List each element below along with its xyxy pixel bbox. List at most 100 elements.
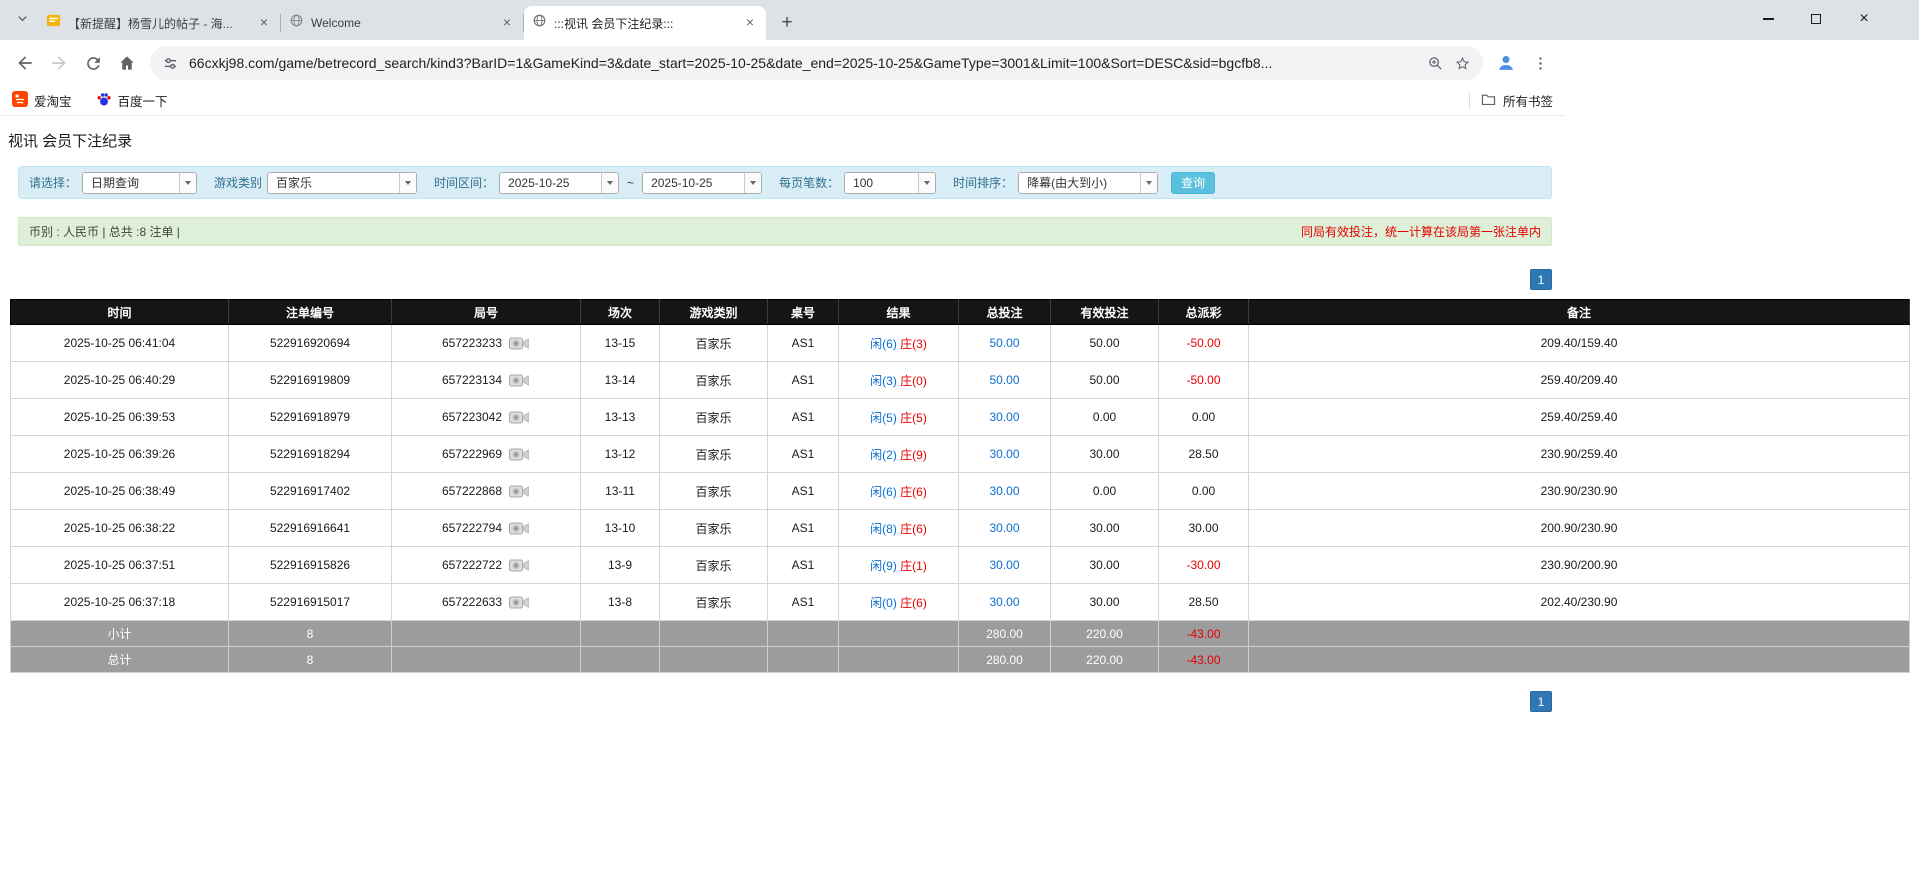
maximize-button[interactable]	[1809, 12, 1823, 26]
browser-tab-forum[interactable]: 【新提醒】杨雪儿的帖子 - 海... ×	[38, 6, 280, 40]
total-bet-link[interactable]: 30.00	[989, 558, 1019, 572]
cell-time: 2025-10-25 06:38:22	[11, 510, 229, 547]
page-title: 视讯 会员下注纪录	[8, 130, 1919, 151]
window-controls: ×	[1761, 0, 1871, 38]
cell-table-no: AS1	[768, 325, 839, 362]
summary-cell: 280.00	[959, 621, 1051, 647]
url-text[interactable]: 66cxkj98.com/game/betrecord_search/kind3…	[189, 55, 1417, 71]
chevron-down-icon	[15, 11, 30, 31]
cell-table-no: AS1	[768, 473, 839, 510]
video-replay-icon[interactable]	[509, 595, 530, 610]
cell-time: 2025-10-25 06:38:49	[11, 473, 229, 510]
total-bet-link[interactable]: 50.00	[989, 373, 1019, 387]
home-button[interactable]	[110, 46, 144, 80]
bookmark-taobao[interactable]: 爱淘宝	[12, 91, 72, 110]
cell-note: 259.40/209.40	[1249, 362, 1910, 399]
game-category-select[interactable]: 百家乐	[267, 172, 417, 194]
cell-time: 2025-10-25 06:39:26	[11, 436, 229, 473]
page-size-select[interactable]: 100	[844, 172, 936, 194]
tab-close-icon[interactable]: ×	[742, 15, 758, 31]
total-bet-link[interactable]: 30.00	[989, 595, 1019, 609]
total-bet-link[interactable]: 30.00	[989, 410, 1019, 424]
video-replay-icon[interactable]	[509, 484, 530, 499]
cell-payout: -50.00	[1159, 325, 1249, 362]
round-number: 657222722	[442, 558, 502, 572]
date-start-select[interactable]: 2025-10-25	[499, 172, 619, 194]
video-replay-icon[interactable]	[509, 558, 530, 573]
bet-record-row: 2025-10-25 06:37:18522916915017657222633…	[11, 584, 1910, 621]
column-header: 游戏类别	[660, 300, 768, 325]
search-button[interactable]: 查询	[1171, 172, 1215, 194]
summary-cell	[581, 647, 660, 673]
forward-button[interactable]	[42, 46, 76, 80]
cell-bet-id: 522916916641	[229, 510, 392, 547]
profile-icon[interactable]	[1489, 46, 1523, 80]
cell-game-type: 百家乐	[660, 547, 768, 584]
all-bookmarks-button[interactable]: 所有书签	[1480, 91, 1553, 111]
tab-search-button[interactable]	[8, 7, 36, 35]
sort-label: 时间排序：	[953, 174, 1013, 191]
result-player: 闲(5)	[870, 411, 897, 425]
video-replay-icon[interactable]	[509, 521, 530, 536]
video-replay-icon[interactable]	[509, 410, 530, 425]
cell-total-bet: 30.00	[959, 399, 1051, 436]
total-bet-link[interactable]: 30.00	[989, 447, 1019, 461]
total-bet-link[interactable]: 50.00	[989, 336, 1019, 350]
cell-result: 闲(8) 庄(6)	[839, 510, 959, 547]
globe-favicon-icon	[289, 13, 304, 33]
video-replay-icon[interactable]	[509, 447, 530, 462]
summary-row: 总计8280.00220.00-43.00	[11, 647, 1910, 673]
zoom-icon[interactable]	[1427, 55, 1444, 72]
caret-down-icon	[1140, 173, 1157, 193]
video-replay-icon[interactable]	[509, 373, 530, 388]
bet-record-row: 2025-10-25 06:38:49522916917402657222868…	[11, 473, 1910, 510]
back-button[interactable]	[8, 46, 42, 80]
cell-bet-id: 522916920694	[229, 325, 392, 362]
tab-strip: 【新提醒】杨雪儿的帖子 - 海... × Welcome × :::视讯 会员下…	[0, 0, 1919, 40]
result-player: 闲(8)	[870, 522, 897, 536]
currency-summary-text: 币别 : 人民币 | 总共 :8 注单 |	[29, 223, 180, 240]
cell-valid-bet: 30.00	[1051, 584, 1159, 621]
result-player: 闲(0)	[870, 596, 897, 610]
site-info-icon[interactable]	[162, 55, 179, 72]
address-bar[interactable]: 66cxkj98.com/game/betrecord_search/kind3…	[150, 46, 1483, 80]
tab-close-icon[interactable]: ×	[499, 15, 515, 31]
cell-result: 闲(3) 庄(0)	[839, 362, 959, 399]
bookmarks-bar: 爱淘宝 百度一下 所有书签	[0, 86, 1565, 116]
minimize-button[interactable]	[1761, 12, 1775, 26]
menu-icon[interactable]	[1523, 46, 1557, 80]
browser-tab-betrecord[interactable]: :::视讯 会员下注纪录::: ×	[524, 6, 766, 40]
bookmark-star-icon[interactable]	[1454, 55, 1471, 72]
site-favicon-icon	[532, 13, 547, 33]
date-end-select[interactable]: 2025-10-25	[642, 172, 762, 194]
result-banker: 庄(1)	[900, 559, 927, 573]
cell-time: 2025-10-25 06:39:53	[11, 399, 229, 436]
cell-valid-bet: 0.00	[1051, 399, 1159, 436]
tab-close-icon[interactable]: ×	[256, 15, 272, 31]
video-replay-icon[interactable]	[509, 336, 530, 351]
summary-row: 小计8280.00220.00-43.00	[11, 621, 1910, 647]
cell-note: 230.90/230.90	[1249, 473, 1910, 510]
browser-tab-welcome[interactable]: Welcome ×	[281, 6, 523, 40]
cell-note: 209.40/159.40	[1249, 325, 1910, 362]
result-player: 闲(6)	[870, 337, 897, 351]
bookmark-baidu[interactable]: 百度一下	[96, 91, 168, 110]
reload-button[interactable]	[76, 46, 110, 80]
result-banker: 庄(6)	[900, 522, 927, 536]
page-number-button[interactable]: 1	[1530, 691, 1552, 712]
cell-bet-id: 522916918294	[229, 436, 392, 473]
close-button[interactable]: ×	[1857, 12, 1871, 26]
caret-down-icon	[179, 173, 196, 193]
bet-record-row: 2025-10-25 06:41:04522916920694657223233…	[11, 325, 1910, 362]
summary-label: 小计	[11, 621, 229, 647]
new-tab-button[interactable]: +	[774, 10, 800, 36]
sort-select[interactable]: 降幕(由大到小)	[1018, 172, 1158, 194]
bet-records-table: 时间注单编号局号场次游戏类别桌号结果总投注有效投注总派彩备注 2025-10-2…	[10, 299, 1910, 673]
total-bet-link[interactable]: 30.00	[989, 521, 1019, 535]
total-bet-link[interactable]: 30.00	[989, 484, 1019, 498]
page-number-button[interactable]: 1	[1530, 269, 1552, 290]
info-bar: 币别 : 人民币 | 总共 :8 注单 | 同局有效投注，统一计算在该局第一张注…	[18, 217, 1552, 246]
query-type-select[interactable]: 日期查询	[82, 172, 197, 194]
result-player: 闲(6)	[870, 485, 897, 499]
cell-bet-id: 522916919809	[229, 362, 392, 399]
